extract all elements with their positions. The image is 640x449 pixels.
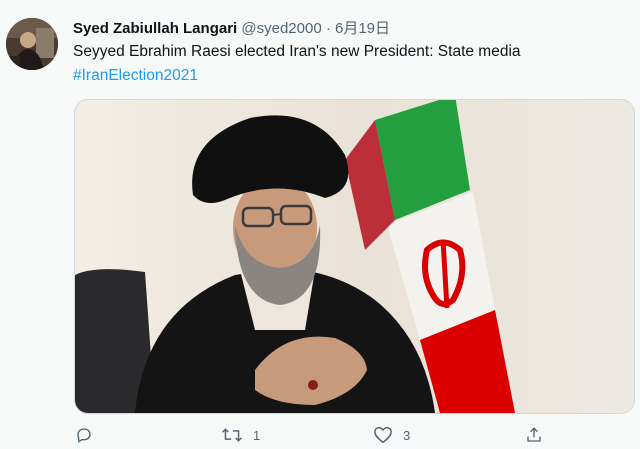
author-name[interactable]: Syed Zabiullah Langari — [73, 20, 237, 37]
author-handle[interactable]: @syed2000 — [241, 20, 321, 37]
action-bar: 1 3 — [75, 426, 545, 448]
retweet-icon — [222, 428, 242, 442]
hashtag-link[interactable]: #IranElection2021 — [73, 67, 198, 85]
share-icon — [527, 427, 541, 442]
tweet-header: Syed Zabiullah Langari @syed2000 · 6月19日 — [73, 17, 390, 38]
header-separator: · — [325, 20, 331, 37]
tweet-card[interactable]: Syed Zabiullah Langari @syed2000 · 6月19日… — [0, 0, 640, 449]
reply-button[interactable] — [75, 426, 93, 444]
like-count: 3 — [403, 427, 411, 443]
avatar[interactable] — [6, 18, 58, 70]
like-button[interactable]: 3 — [373, 426, 410, 444]
retweet-count: 1 — [253, 427, 261, 443]
share-button[interactable] — [525, 426, 543, 444]
photo-image — [75, 100, 634, 413]
retweet-button[interactable]: 1 — [221, 426, 260, 444]
tweet-text: Seyyed Ebrahim Raesi elected Iran's new … — [73, 43, 521, 60]
tweet-date[interactable]: 6月19日 — [335, 20, 390, 37]
avatar-image — [6, 18, 58, 70]
heart-icon — [374, 426, 392, 444]
reply-icon — [77, 428, 91, 443]
tweet-photo[interactable] — [74, 99, 635, 414]
